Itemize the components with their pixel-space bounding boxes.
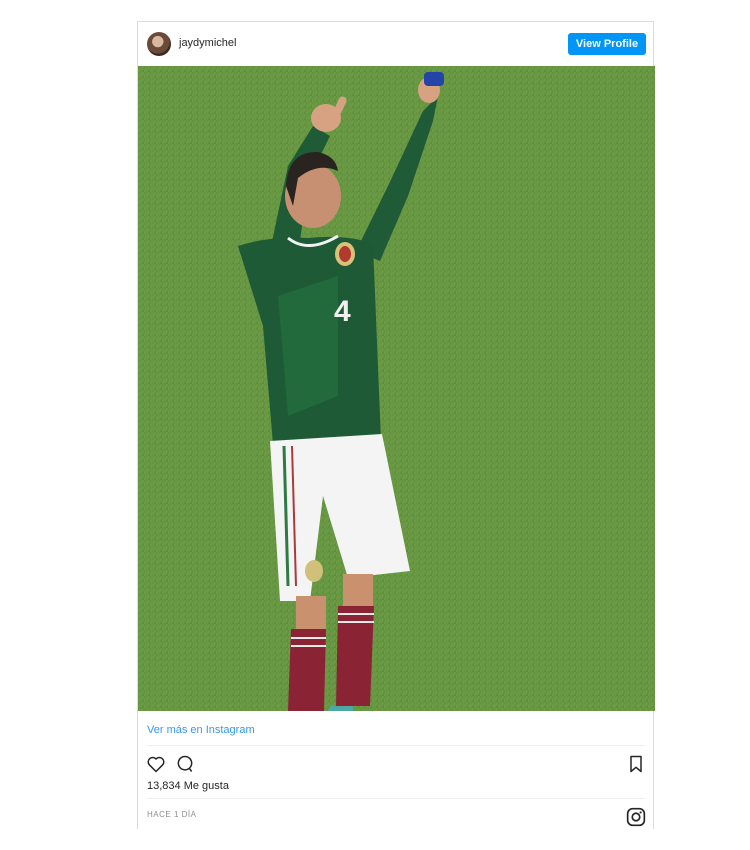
view-more-on-instagram-link[interactable]: Ver más en Instagram bbox=[147, 724, 255, 736]
avatar[interactable] bbox=[147, 32, 171, 56]
instagram-embed-card: jaydymichel View Profile 4 Ver más en In… bbox=[137, 21, 655, 829]
comment-icon[interactable] bbox=[175, 754, 195, 774]
username[interactable]: jaydymichel bbox=[179, 37, 236, 49]
post-photo[interactable]: 4 bbox=[138, 66, 655, 711]
svg-text:4: 4 bbox=[334, 295, 351, 328]
soccer-player-photo: 4 bbox=[138, 66, 655, 711]
view-profile-button[interactable]: View Profile bbox=[568, 33, 646, 55]
likes-count: 13,834 Me gusta bbox=[147, 780, 229, 792]
post-timestamp: HACE 1 DÍA bbox=[147, 810, 197, 819]
post-actions bbox=[138, 752, 653, 780]
divider bbox=[146, 798, 645, 799]
heart-icon[interactable] bbox=[146, 754, 166, 774]
instagram-icon[interactable] bbox=[626, 807, 646, 827]
bookmark-icon[interactable] bbox=[627, 754, 645, 774]
post-header: jaydymichel View Profile bbox=[138, 22, 653, 66]
divider bbox=[146, 745, 645, 746]
